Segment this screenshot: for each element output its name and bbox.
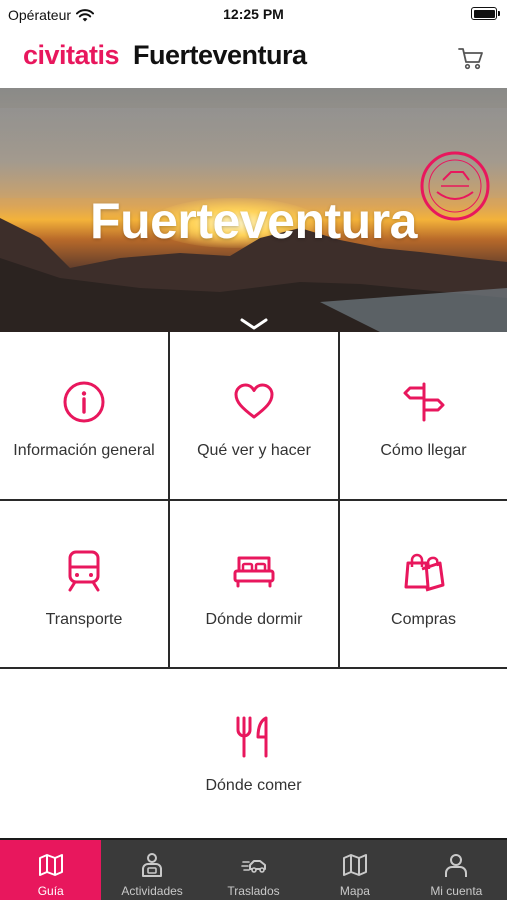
menu-item-informacion-general[interactable]: Información general: [0, 332, 168, 499]
menu-item-label: Compras: [391, 611, 456, 628]
signpost-icon: [403, 382, 444, 422]
chevron-down-icon[interactable]: [240, 318, 268, 330]
brand-logo[interactable]: civitatis: [23, 40, 120, 71]
menu-item-label: Transporte: [45, 611, 123, 628]
heart-icon: [234, 383, 274, 419]
page-title: Fuerteventura: [133, 40, 307, 70]
menu-item-label: Dónde comer: [205, 777, 302, 794]
tab-label: Traslados: [227, 884, 280, 898]
app-header: civitatis Fuerteventura: [0, 30, 507, 88]
battery-icon: [471, 7, 500, 20]
menu-item-label: Qué ver y hacer: [197, 442, 311, 459]
tab-mapa[interactable]: Mapa: [304, 840, 405, 900]
menu-item-label: Cómo llegar: [380, 442, 467, 459]
activities-icon: [142, 853, 163, 877]
tab-actividades[interactable]: Actividades: [101, 840, 202, 900]
menu-item-label: Dónde dormir: [205, 611, 303, 628]
tab-guia[interactable]: Guía: [0, 840, 102, 900]
tab-label: Mapa: [339, 884, 370, 898]
guide-map-icon: [38, 854, 63, 876]
bed-icon: [233, 556, 275, 588]
tab-mi-cuenta[interactable]: Mi cuenta: [406, 840, 507, 900]
menu-item-donde-dormir[interactable]: Dónde dormir: [170, 501, 338, 667]
menu-item-donde-comer[interactable]: Dónde comer: [0, 669, 507, 837]
transfers-car-icon: [240, 860, 266, 873]
status-bar: Opérateur 12:25 PM: [0, 0, 507, 30]
map-icon: [342, 854, 367, 876]
menu-item-que-ver-y-hacer[interactable]: Qué ver y hacer: [170, 332, 338, 499]
info-icon: [63, 381, 105, 423]
top-destinos-badge-icon: [420, 151, 490, 221]
tab-label: Mi cuenta: [430, 884, 483, 898]
guide-menu-grid: Información general Qué ver y hacer Cómo…: [0, 332, 507, 837]
menu-item-label: Información general: [13, 442, 155, 459]
train-icon: [68, 550, 100, 592]
shopping-bags-icon: [404, 553, 444, 592]
status-time: 12:25 PM: [223, 6, 284, 22]
cart-icon[interactable]: [457, 44, 485, 72]
menu-item-como-llegar[interactable]: Cómo llegar: [340, 332, 507, 499]
hero-banner: Fuerteventura: [0, 88, 507, 332]
cutlery-icon: [236, 716, 267, 758]
tab-bar: Guía Actividades Traslados Mapa Mi cuent…: [0, 838, 507, 900]
tab-label: Guía: [37, 884, 64, 898]
account-icon: [445, 854, 468, 877]
menu-item-compras[interactable]: Compras: [340, 501, 507, 667]
tab-traslados[interactable]: Traslados: [203, 840, 304, 900]
menu-item-transporte[interactable]: Transporte: [0, 501, 168, 667]
tab-label: Actividades: [121, 884, 183, 898]
